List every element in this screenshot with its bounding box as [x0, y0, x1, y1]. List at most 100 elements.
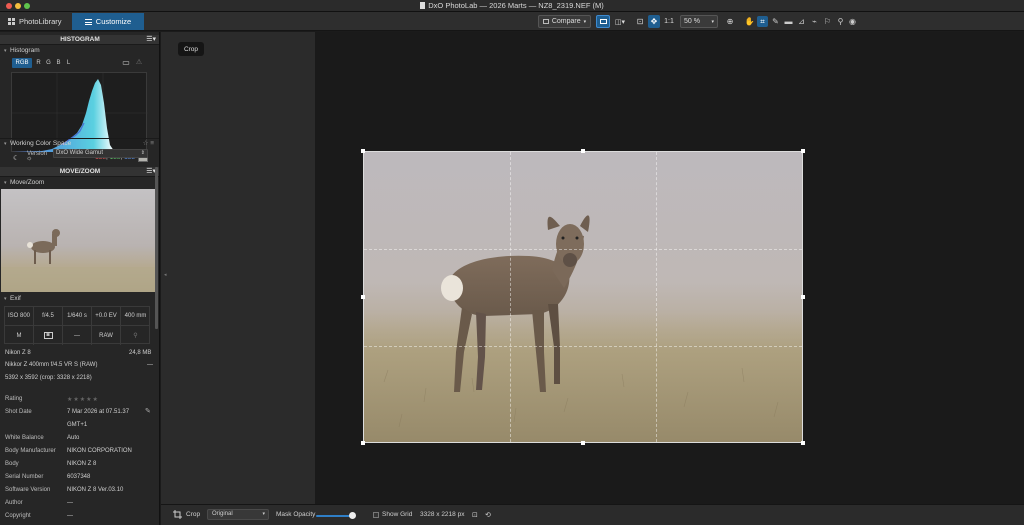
field-label: Serial Number: [5, 474, 44, 480]
collapse-panel-icon[interactable]: ◂: [164, 272, 167, 278]
zoom-icon: ⊕: [726, 17, 734, 26]
horizon-tool[interactable]: ▬: [783, 16, 794, 27]
deer-thumbnail: [1, 189, 157, 292]
crop-icon: ⌗: [760, 16, 765, 26]
preview-toggle[interactable]: ◉: [847, 16, 858, 27]
hand-tool[interactable]: ✋: [744, 16, 755, 27]
deer-photo: [364, 152, 802, 442]
window-title: DxO PhotoLab — 2026 Marts — NZ8_2319.NEF…: [0, 1, 1024, 10]
white-balance-picker[interactable]: ✎: [770, 16, 781, 27]
exif-flash: —: [63, 326, 92, 345]
exif-iso: ISO 800: [5, 307, 34, 326]
exif-aperture: f/4.5: [34, 307, 63, 326]
crop-icon: [173, 510, 182, 519]
repair-tool[interactable]: ⚲: [835, 16, 846, 27]
move-zoom-subheader[interactable]: ▾ Move/Zoom: [0, 178, 159, 187]
field-value: —: [67, 513, 73, 519]
panel-gutter: [161, 32, 315, 504]
zoom-100-button[interactable]: 1:1: [662, 15, 676, 28]
sliders-icon: [84, 18, 92, 25]
retouch-icon: ⌁: [812, 17, 817, 26]
exif-focal: 400 mm: [121, 307, 150, 326]
document-icon: [420, 2, 426, 9]
star-icon[interactable]: ☆ ≡: [143, 139, 154, 148]
field-value: NIKON Z 8: [67, 461, 97, 467]
gamut-warning-icon[interactable]: ⚠: [134, 58, 144, 68]
metering-icon: ◙: [34, 326, 63, 345]
field-label: White Balance: [5, 435, 44, 441]
field-value: 7 Mar 2026 at 07.51.37: [67, 409, 130, 415]
single-view-button[interactable]: [596, 15, 610, 28]
exif-mode: M: [5, 326, 34, 345]
channel-g[interactable]: G: [45, 58, 52, 68]
moon-icon[interactable]: ☾: [13, 155, 20, 162]
field-value: NIKON Z 8 Ver.03.10: [67, 487, 124, 493]
exif-file-size: 24,8 MB: [129, 350, 152, 356]
move-zoom-section-header[interactable]: MOVE/ZOOM ☰▾: [0, 167, 159, 177]
exif-grid: ISO 800 f/4.5 1/640 s +0.0 EV 400 mm M ◙…: [4, 306, 150, 345]
field-label: Body: [5, 461, 19, 467]
retouch-tool[interactable]: ⌁: [809, 16, 820, 27]
move-tool-button[interactable]: ✥: [648, 15, 660, 28]
pencil-icon[interactable]: ✎: [145, 407, 151, 415]
field-label: Shot Date: [5, 409, 32, 415]
rating-stars[interactable]: ★★★★★: [67, 396, 99, 403]
field-label: Body Manufacturer: [5, 448, 56, 454]
compare-icon: [542, 19, 549, 24]
crop-tooltip: Crop: [178, 42, 204, 56]
channel-b[interactable]: B: [55, 58, 62, 68]
crop-tool[interactable]: ⌗: [757, 16, 768, 27]
channel-l[interactable]: L: [65, 58, 72, 68]
field-value: GMT+1: [67, 422, 88, 428]
perspective-tool[interactable]: ⊿: [796, 16, 807, 27]
side-by-side-icon: ◫▾: [614, 18, 626, 26]
chevron-down-icon: ▾: [711, 18, 714, 25]
local-adjust-icon: ⚐: [823, 17, 832, 26]
exif-format: RAW: [92, 326, 121, 345]
field-label: Copyright: [5, 513, 31, 519]
field-value: NIKON CORPORATION: [67, 448, 132, 454]
working-color-space-header[interactable]: ▾ Working Color Space ☆ ≡: [0, 138, 159, 148]
exif-lens: Nikkor Z 400mm f/4.5 VR S (RAW): [5, 362, 98, 368]
mask-opacity-knob[interactable]: [349, 512, 356, 519]
channel-r[interactable]: R: [35, 58, 42, 68]
field-value: 6037348: [67, 474, 91, 480]
histogram-subheader[interactable]: ▾ Histogram: [0, 46, 159, 55]
mask-opacity-label: Mask Opacity: [276, 511, 316, 518]
compare-button[interactable]: Compare ▾: [538, 15, 591, 28]
aspect-ratio-select[interactable]: Original ▾: [207, 509, 269, 520]
navigator-thumbnail[interactable]: [1, 189, 157, 292]
hand-icon: ✋: [744, 17, 755, 26]
tab-customize[interactable]: Customize: [72, 13, 144, 30]
histogram-section-header[interactable]: HISTOGRAM ☰▾: [0, 35, 159, 45]
mask-opacity-slider[interactable]: [316, 515, 352, 517]
chevron-down-icon: ▾: [583, 18, 587, 25]
bandage-icon: ⚲: [837, 17, 844, 26]
zoom-select[interactable]: 50 % ▾: [680, 15, 718, 28]
menu-icon[interactable]: ☰▾: [146, 35, 156, 45]
channel-rgb[interactable]: RGB: [12, 58, 32, 68]
color-space-select[interactable]: DxO Wide Gamut ⇕: [53, 149, 148, 158]
move-icon: ✥: [650, 17, 658, 26]
view-mode-button[interactable]: ◫▾: [611, 15, 629, 28]
eye-icon: ◉: [849, 17, 856, 26]
local-adjustments-tool[interactable]: ⚐: [822, 16, 833, 27]
perspective-icon: ⊿: [798, 17, 805, 26]
tab-photolibrary[interactable]: PhotoLibrary: [0, 13, 71, 30]
photo-deer[interactable]: [364, 152, 802, 442]
zoom-in-button[interactable]: ⊕: [724, 15, 736, 28]
field-value: —: [67, 500, 73, 506]
show-grid-checkbox[interactable]: [373, 512, 379, 518]
exif-subheader[interactable]: ▾ Exif: [0, 294, 159, 303]
left-panel: HISTOGRAM ☰▾ ▾Histogram RGB R G B L ▭ ⚠: [0, 32, 160, 525]
exif-dimensions: 5392 x 3592 (crop: 3328 x 2218): [5, 375, 92, 381]
crop-size-readout: 3328 x 2218 px: [420, 511, 465, 518]
rotate-icon[interactable]: ⟲: [485, 511, 493, 519]
fit-screen-button[interactable]: ⊡: [634, 15, 646, 28]
monitor-icon[interactable]: ▭: [121, 58, 131, 68]
exif-shutter: 1/640 s: [63, 307, 92, 326]
single-view-icon: [599, 19, 607, 24]
lock-icon[interactable]: ⊡: [472, 511, 480, 519]
grid-icon: [8, 18, 15, 25]
panel-scrollbar[interactable]: [155, 167, 158, 329]
